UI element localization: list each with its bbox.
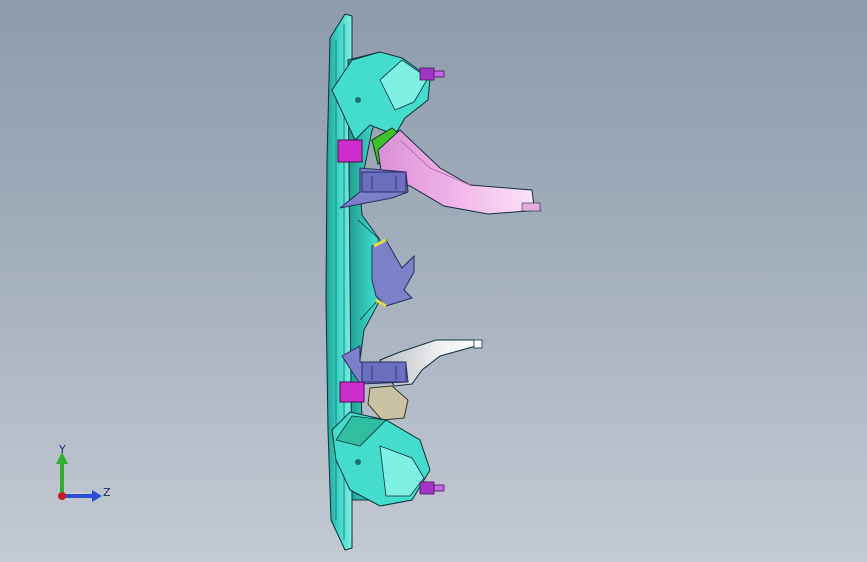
coordinate-triad: Y Z [40, 436, 130, 526]
bottom-magenta-block [339, 381, 365, 403]
middle-v-bracket [371, 238, 415, 308]
z-axis-label: Z [103, 486, 111, 499]
bottom-bolt [419, 481, 445, 495]
triad-axes-icon [56, 452, 102, 502]
tan-block [367, 385, 409, 421]
3d-model-part[interactable] [0, 0, 867, 562]
graphics-viewport[interactable]: Y Z [0, 0, 867, 562]
top-magenta-block [337, 139, 363, 163]
top-bolt [419, 67, 445, 81]
y-axis-label: Y [59, 443, 66, 456]
